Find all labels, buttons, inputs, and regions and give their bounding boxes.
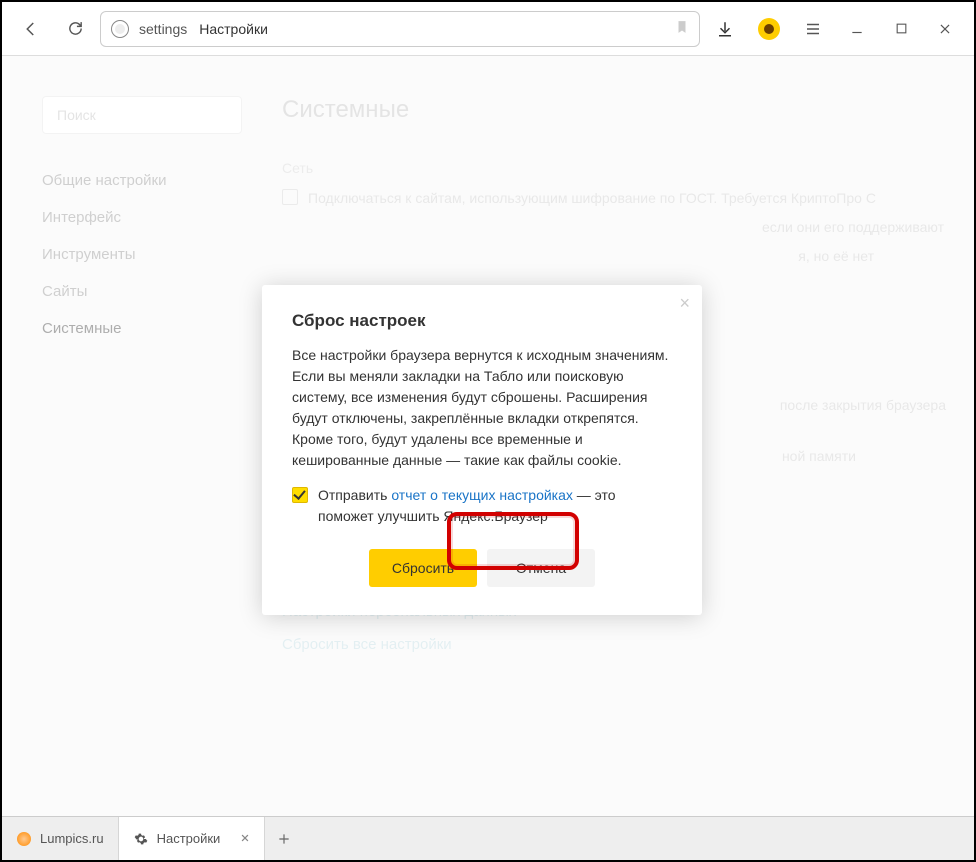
tab-lumpics[interactable]: Lumpics.ru [2,817,119,860]
downloads-button[interactable] [706,12,744,46]
report-link[interactable]: отчет о текущих настройках [391,487,573,503]
dialog-close-button[interactable]: × [679,293,690,314]
reset-settings-dialog: × Сброс настроек Все настройки браузера … [262,285,702,615]
address-key: settings [139,21,187,37]
checkbox-label: Отправить отчет о текущих настройках — э… [318,485,672,527]
extension-icon [758,18,780,40]
menu-button[interactable] [794,12,832,46]
settings-sidebar: Поиск Общие настройки Интерфейс Инструме… [42,96,242,796]
extension-button[interactable] [750,12,788,46]
new-tab-button[interactable] [265,817,303,860]
tab-bar: Lumpics.ru Настройки [2,816,974,860]
window-close-button[interactable] [926,12,964,46]
checkbox-icon [282,189,298,205]
browser-toolbar: settings Настройки [2,2,974,56]
address-title: Настройки [199,21,268,37]
sidebar-item-sites[interactable]: Сайты [42,273,242,310]
sidebar-item-system[interactable]: Системные [42,310,242,347]
sidebar-item-general[interactable]: Общие настройки [42,162,242,199]
window-maximize-button[interactable] [882,12,920,46]
dialog-title: Сброс настроек [292,311,672,331]
dialog-body: Все настройки браузера вернутся к исходн… [292,345,672,471]
option-fragment: ной памяти [782,446,856,467]
section-title-network: Сеть [282,160,964,176]
settings-search-input[interactable]: Поиск [42,96,242,134]
site-identity-icon [111,20,129,38]
tab-label: Lumpics.ru [40,831,104,846]
page-heading: Системные [282,96,964,124]
bookmark-icon[interactable] [675,19,689,38]
gear-icon [133,831,149,847]
reset-button[interactable]: Сбросить [369,549,477,587]
reload-button[interactable] [56,12,94,46]
favicon-icon [16,831,32,847]
option-gost[interactable]: Подключаться к сайтам, использующим шифр… [282,188,964,209]
send-report-checkbox[interactable]: Отправить отчет о текущих настройках — э… [292,485,672,527]
tab-close-button[interactable] [228,831,250,846]
sidebar-item-tools[interactable]: Инструменты [42,236,242,273]
back-button[interactable] [12,12,50,46]
option-fragment: если они его поддерживают [762,217,944,238]
tab-settings[interactable]: Настройки [119,817,266,860]
address-bar[interactable]: settings Настройки [100,11,700,47]
sidebar-item-interface[interactable]: Интерфейс [42,199,242,236]
window-minimize-button[interactable] [838,12,876,46]
link-reset-all[interactable]: Сбросить все настройки [282,636,964,653]
tab-label: Настройки [157,831,221,846]
option-fragment: я, но её нет [798,246,874,267]
cancel-button[interactable]: Отмена [487,549,595,587]
option-fragment: после закрытия браузера [780,395,946,416]
checkbox-checked-icon [292,487,308,503]
